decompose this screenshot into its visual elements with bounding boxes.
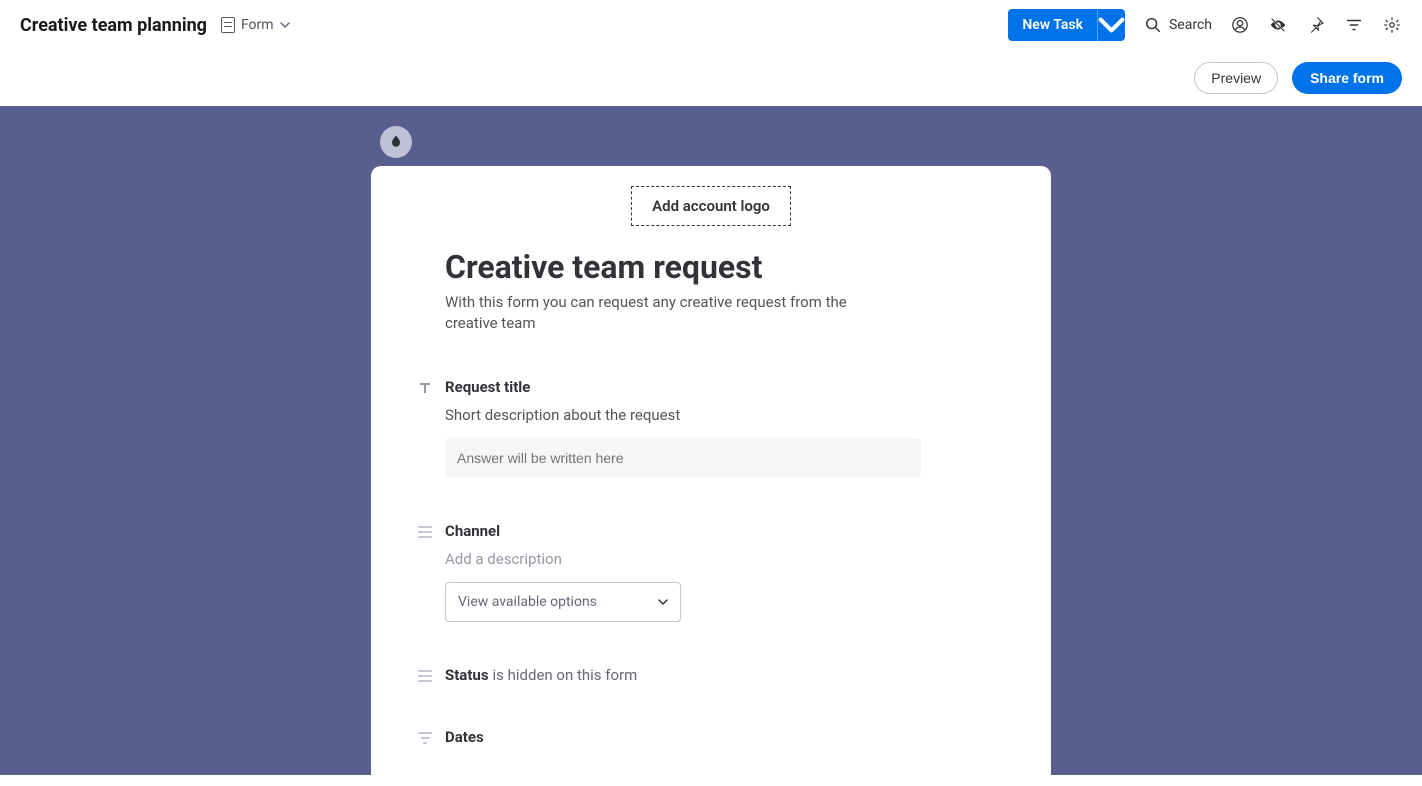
form-card: Add account logo Creative team request W… xyxy=(371,166,1051,786)
person-filter-icon[interactable] xyxy=(1230,15,1250,35)
hide-icon[interactable] xyxy=(1268,15,1288,35)
new-task-button-group: New Task xyxy=(1008,9,1125,41)
settings-icon[interactable] xyxy=(1382,15,1402,35)
channel-select[interactable]: View available options xyxy=(445,582,681,622)
field-request-title[interactable]: Request title Short description about th… xyxy=(445,378,1001,478)
field-sublabel: Short description about the request xyxy=(445,406,1001,424)
chevron-down-icon xyxy=(658,597,668,607)
preview-button[interactable]: Preview xyxy=(1194,62,1278,94)
form-body: Creative team request With this form you… xyxy=(421,248,1001,746)
search-label: Search xyxy=(1169,17,1212,33)
header-left: Creative team planning Form xyxy=(20,15,290,36)
select-placeholder: View available options xyxy=(458,594,597,610)
field-label: Channel xyxy=(445,522,1001,540)
search-button[interactable]: Search xyxy=(1143,15,1212,35)
field-channel[interactable]: Channel Add a description View available… xyxy=(445,522,1001,622)
field-status-hidden[interactable]: Status is hidden on this form xyxy=(445,666,1001,684)
chevron-down-icon xyxy=(280,20,290,30)
add-logo-button[interactable]: Add account logo xyxy=(631,186,791,226)
field-label: Dates xyxy=(445,728,1001,746)
form-toolbar: Preview Share form xyxy=(0,50,1422,106)
page-title: Creative team planning xyxy=(20,15,207,36)
form-view-icon xyxy=(221,17,235,33)
view-selector[interactable]: Form xyxy=(221,17,290,33)
list-icon xyxy=(417,668,433,684)
header-right: New Task Search xyxy=(1008,9,1402,41)
field-dates[interactable]: Dates xyxy=(445,728,1001,746)
share-form-button[interactable]: Share form xyxy=(1292,62,1402,94)
list-icon xyxy=(417,524,433,540)
field-label: Request title xyxy=(445,378,1001,396)
header: Creative team planning Form New Task Sea… xyxy=(0,0,1422,50)
search-icon xyxy=(1143,15,1163,35)
field-sublabel-placeholder[interactable]: Add a description xyxy=(445,550,1001,568)
view-label: Form xyxy=(241,17,274,33)
theme-color-button[interactable] xyxy=(380,126,412,158)
new-task-button[interactable]: New Task xyxy=(1008,9,1097,41)
filter-icon[interactable] xyxy=(1344,15,1364,35)
new-task-dropdown[interactable] xyxy=(1097,9,1125,41)
timeline-icon xyxy=(417,730,433,746)
pin-icon[interactable] xyxy=(1306,15,1326,35)
status-hidden-note: Status is hidden on this form xyxy=(445,666,1001,684)
text-type-icon xyxy=(417,380,433,396)
form-canvas: Add account logo Creative team request W… xyxy=(0,106,1422,775)
request-title-input[interactable] xyxy=(445,438,921,478)
form-title[interactable]: Creative team request xyxy=(445,248,1001,286)
form-description[interactable]: With this form you can request any creat… xyxy=(445,292,885,334)
